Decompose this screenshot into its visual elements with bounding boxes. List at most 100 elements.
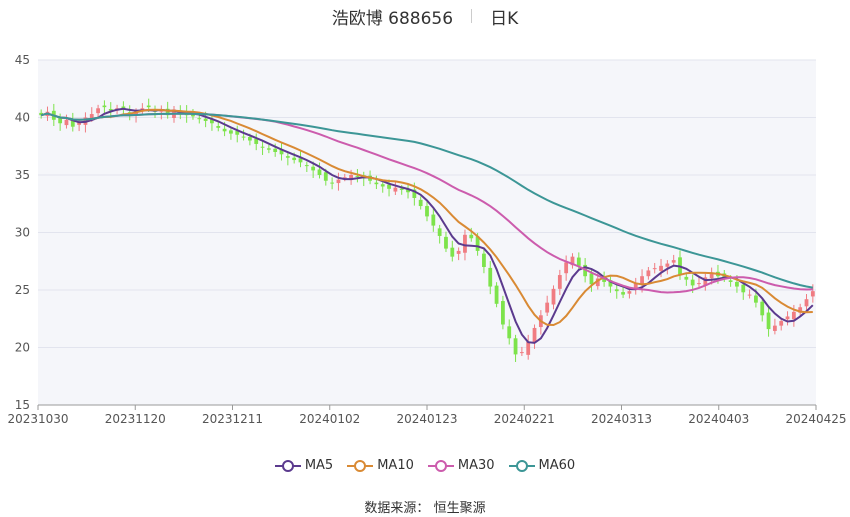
candle bbox=[766, 312, 771, 330]
candle bbox=[330, 182, 335, 184]
candlestick-chart: 15 20 25 30 35 40 45 20231030 20231120 20231211 20… bbox=[7, 53, 846, 426]
candle bbox=[450, 247, 455, 257]
legend-item-ma30[interactable]: MA30 bbox=[427, 458, 495, 473]
candle bbox=[519, 352, 524, 354]
candle bbox=[437, 228, 442, 236]
candle bbox=[646, 270, 651, 277]
candle bbox=[659, 265, 663, 271]
candle bbox=[444, 236, 448, 249]
candle bbox=[323, 172, 328, 181]
legend-item-ma60[interactable]: MA60 bbox=[508, 458, 576, 473]
y-tick-label: 35 bbox=[15, 168, 30, 182]
candle bbox=[64, 119, 69, 126]
candle bbox=[425, 206, 429, 217]
candle bbox=[266, 148, 271, 150]
candle bbox=[304, 165, 309, 167]
source-label: 数据来源： bbox=[364, 501, 430, 516]
candle bbox=[203, 118, 208, 121]
candle bbox=[557, 275, 562, 289]
candle bbox=[545, 302, 550, 313]
candle bbox=[697, 283, 701, 285]
candle bbox=[747, 294, 752, 296]
candle bbox=[614, 289, 619, 292]
x-tick-label: 20240313 bbox=[591, 412, 652, 426]
y-tick-label: 40 bbox=[15, 111, 30, 125]
candle bbox=[735, 281, 739, 287]
candle bbox=[482, 253, 486, 267]
candle bbox=[551, 288, 556, 305]
candle bbox=[247, 137, 252, 141]
candle bbox=[671, 260, 676, 263]
candle bbox=[494, 285, 499, 304]
data-source: 数据来源： 恒生聚源 bbox=[0, 497, 850, 516]
candle bbox=[374, 182, 379, 185]
candle bbox=[488, 267, 493, 287]
candle bbox=[222, 128, 227, 132]
candle bbox=[513, 338, 518, 355]
candle bbox=[399, 188, 404, 190]
candle bbox=[690, 279, 695, 286]
legend-marker bbox=[427, 459, 454, 472]
candle bbox=[507, 326, 512, 339]
candle bbox=[387, 184, 391, 189]
x-tick-label: 20240403 bbox=[688, 412, 749, 426]
legend: MA5 MA10 MA30 MA60 bbox=[0, 458, 850, 473]
candle bbox=[526, 341, 531, 355]
candle bbox=[311, 166, 316, 171]
candle bbox=[285, 156, 290, 158]
x-tick-label: 20231030 bbox=[7, 412, 68, 426]
candle bbox=[380, 184, 385, 187]
candle bbox=[665, 263, 670, 267]
source-value: 恒生聚源 bbox=[433, 501, 486, 516]
legend-label: MA30 bbox=[457, 458, 495, 473]
candle bbox=[418, 199, 423, 207]
legend-item-ma10[interactable]: MA10 bbox=[347, 458, 414, 473]
candle bbox=[684, 276, 689, 280]
candle bbox=[393, 187, 398, 192]
candle bbox=[241, 136, 246, 138]
candle bbox=[355, 175, 360, 177]
candle bbox=[785, 316, 790, 320]
legend-label: MA5 bbox=[304, 458, 334, 473]
legend-item-ma5[interactable]: MA5 bbox=[274, 458, 334, 473]
candle bbox=[146, 105, 151, 108]
y-tick-label: 20 bbox=[15, 341, 30, 355]
y-tick-label: 25 bbox=[15, 283, 30, 297]
candle bbox=[532, 327, 537, 343]
legend-marker bbox=[274, 459, 301, 472]
candle bbox=[96, 108, 100, 114]
candle bbox=[779, 321, 784, 326]
candle bbox=[652, 268, 657, 270]
candle bbox=[627, 291, 632, 294]
candle bbox=[469, 234, 474, 239]
x-tick-label: 20240425 bbox=[785, 412, 846, 426]
y-tick-label: 30 bbox=[15, 226, 30, 240]
legend-marker bbox=[508, 459, 535, 472]
candle bbox=[273, 148, 278, 152]
candle bbox=[760, 301, 765, 316]
legend-marker bbox=[347, 459, 374, 472]
x-tick-label: 20231120 bbox=[105, 412, 166, 426]
candle bbox=[317, 169, 322, 175]
candle bbox=[431, 214, 436, 226]
candle bbox=[463, 234, 467, 253]
candle bbox=[754, 295, 758, 303]
candle bbox=[336, 179, 341, 184]
candle bbox=[791, 311, 796, 320]
candle bbox=[804, 299, 809, 307]
candle bbox=[102, 105, 107, 108]
candle bbox=[810, 291, 815, 297]
candle bbox=[621, 292, 625, 295]
candle bbox=[456, 250, 461, 254]
candle bbox=[197, 118, 202, 120]
candle bbox=[229, 130, 233, 134]
x-tick-label: 20240123 bbox=[396, 412, 457, 426]
candle bbox=[501, 301, 505, 325]
candle bbox=[564, 262, 569, 274]
x-tick-label: 20231211 bbox=[202, 412, 263, 426]
legend-label: MA60 bbox=[538, 458, 576, 473]
candle bbox=[589, 273, 594, 285]
y-tick-label: 15 bbox=[15, 398, 30, 412]
candle bbox=[576, 257, 581, 266]
y-tick-label: 45 bbox=[15, 53, 30, 67]
